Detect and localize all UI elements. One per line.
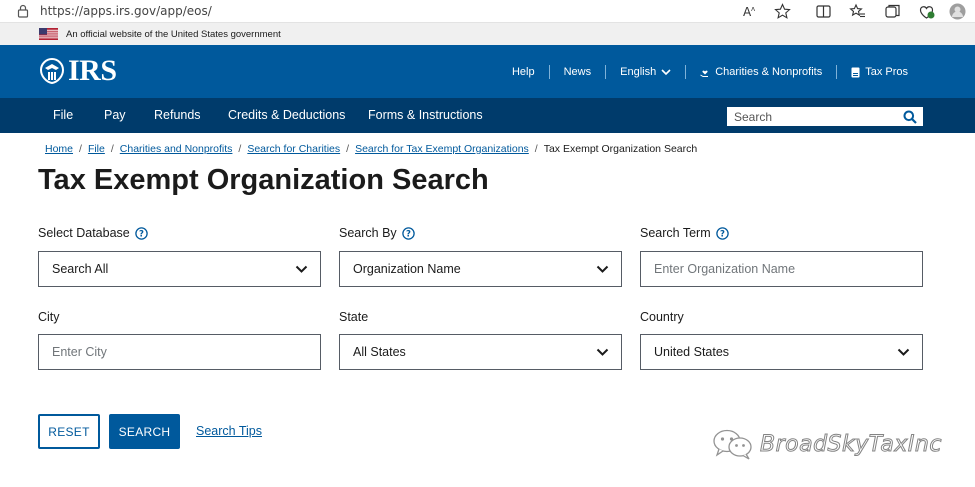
gov-banner-text: An official website of the United States… bbox=[66, 29, 281, 40]
language-selector[interactable]: English bbox=[605, 65, 685, 79]
search-by-value: Organization Name bbox=[353, 262, 461, 276]
chevron-down-icon bbox=[596, 348, 609, 356]
lock-icon bbox=[17, 4, 29, 18]
search-by-label-text: Search By bbox=[339, 226, 397, 240]
breadcrumb: Home / File / Charities and Nonprofits /… bbox=[45, 143, 697, 155]
city-placeholder: Enter City bbox=[52, 345, 107, 359]
watermark-text: BroadSkyTaxInc bbox=[760, 431, 942, 457]
favorites-icon[interactable] bbox=[849, 3, 866, 20]
city-label: City bbox=[38, 310, 60, 324]
nav-item-refunds[interactable]: Refunds bbox=[154, 108, 201, 122]
state-label: State bbox=[339, 310, 368, 324]
search-term-placeholder: Enter Organization Name bbox=[654, 262, 796, 276]
page-title: Tax Exempt Organization Search bbox=[38, 164, 489, 196]
breadcrumb-separator: / bbox=[110, 143, 114, 155]
select-database-value: Search All bbox=[52, 262, 109, 276]
chevron-down-icon bbox=[295, 265, 308, 273]
browser-address-bar: https://apps.irs.gov/app/eos/ A ʌ bbox=[0, 0, 975, 23]
irs-eagle-icon bbox=[39, 57, 65, 85]
nav-item-file[interactable]: File bbox=[53, 108, 73, 122]
us-flag-icon bbox=[39, 28, 58, 40]
split-screen-icon[interactable] bbox=[815, 3, 832, 20]
chevron-down-icon bbox=[661, 69, 671, 76]
chevron-down-icon bbox=[897, 348, 910, 356]
breadcrumb-separator: / bbox=[79, 143, 82, 155]
id-badge-icon bbox=[851, 67, 860, 77]
search-term-input[interactable]: Enter Organization Name bbox=[640, 251, 923, 287]
state-value: All States bbox=[353, 345, 406, 359]
site-search-input[interactable] bbox=[728, 108, 898, 126]
utility-charities-label: Charities & Nonprofits bbox=[715, 66, 823, 78]
favorite-star-icon[interactable] bbox=[774, 3, 791, 20]
breadcrumb-separator: / bbox=[238, 143, 242, 155]
search-term-label: Search Term ? bbox=[640, 226, 729, 240]
nav-item-pay[interactable]: Pay bbox=[104, 108, 126, 122]
profile-avatar-icon[interactable] bbox=[949, 3, 966, 20]
url-field[interactable]: https://apps.irs.gov/app/eos/ bbox=[40, 4, 212, 18]
city-input[interactable]: Enter City bbox=[38, 334, 321, 370]
svg-text:?: ? bbox=[139, 229, 144, 239]
country-value: United States bbox=[654, 345, 730, 359]
search-term-label-text: Search Term bbox=[640, 226, 711, 240]
utility-nav: Help News English Charities & Nonprofits… bbox=[498, 65, 922, 79]
wechat-icon bbox=[713, 429, 752, 460]
select-database-label-text: Select Database bbox=[38, 226, 130, 240]
help-icon[interactable]: ? bbox=[134, 226, 148, 240]
nav-item-credits-deductions[interactable]: Credits & Deductions bbox=[228, 108, 345, 122]
browser-essentials-icon[interactable] bbox=[918, 3, 935, 20]
breadcrumb-separator: / bbox=[534, 143, 538, 155]
svg-text:?: ? bbox=[406, 229, 411, 239]
search-by-label: Search By ? bbox=[339, 226, 415, 240]
breadcrumb-file[interactable]: File bbox=[88, 143, 105, 155]
utility-news-label: News bbox=[563, 66, 592, 78]
utility-help-link[interactable]: Help bbox=[498, 65, 549, 79]
utility-charities-link[interactable]: Charities & Nonprofits bbox=[685, 65, 836, 79]
country-label-text: Country bbox=[640, 310, 684, 324]
country-label: Country bbox=[640, 310, 684, 324]
language-label: English bbox=[620, 66, 657, 78]
svg-text:ʌ: ʌ bbox=[751, 5, 755, 13]
search-icon[interactable] bbox=[903, 110, 917, 124]
breadcrumb-current: Tax Exempt Organization Search bbox=[543, 143, 698, 155]
chevron-down-icon bbox=[596, 265, 609, 273]
utility-tax-pros-label: Tax Pros bbox=[865, 66, 908, 78]
city-label-text: City bbox=[38, 310, 60, 324]
collections-icon[interactable] bbox=[884, 3, 901, 20]
search-by-dropdown[interactable]: Organization Name bbox=[339, 251, 622, 287]
search-tips-link[interactable]: Search Tips bbox=[196, 424, 262, 438]
breadcrumb-home[interactable]: Home bbox=[45, 143, 73, 155]
help-icon[interactable]: ? bbox=[715, 226, 729, 240]
utility-news-link[interactable]: News bbox=[548, 65, 606, 79]
nav-item-forms-instructions[interactable]: Forms & Instructions bbox=[368, 108, 483, 122]
site-header: IRS Help News English Charities & Nonpro… bbox=[0, 45, 975, 98]
irs-logo-text: IRS bbox=[68, 54, 117, 87]
breadcrumb-search-charities[interactable]: Search for Charities bbox=[247, 143, 340, 155]
irs-logo[interactable]: IRS bbox=[38, 54, 117, 87]
select-database-label: Select Database ? bbox=[38, 226, 148, 240]
site-search bbox=[727, 107, 923, 126]
state-dropdown[interactable]: All States bbox=[339, 334, 622, 370]
utility-help-label: Help bbox=[511, 66, 535, 78]
watermark: BroadSkyTaxInc bbox=[712, 428, 942, 460]
gov-banner: An official website of the United States… bbox=[0, 23, 975, 45]
breadcrumb-charities-nonprofits[interactable]: Charities and Nonprofits bbox=[120, 143, 233, 155]
state-label-text: State bbox=[339, 310, 369, 324]
utility-tax-pros-link[interactable]: Tax Pros bbox=[836, 65, 922, 79]
breadcrumb-search-tax-exempt[interactable]: Search for Tax Exempt Organizations bbox=[355, 143, 529, 155]
breadcrumb-separator: / bbox=[346, 143, 350, 155]
svg-text:?: ? bbox=[720, 229, 725, 239]
read-aloud-icon[interactable]: A ʌ bbox=[742, 3, 759, 20]
reset-button[interactable]: RESET bbox=[38, 414, 100, 449]
hand-heart-icon bbox=[700, 70, 709, 77]
search-button[interactable]: SEARCH bbox=[109, 414, 180, 449]
select-database-dropdown[interactable]: Search All bbox=[38, 251, 321, 287]
country-dropdown[interactable]: United States bbox=[640, 334, 923, 370]
help-icon[interactable]: ? bbox=[401, 226, 415, 240]
